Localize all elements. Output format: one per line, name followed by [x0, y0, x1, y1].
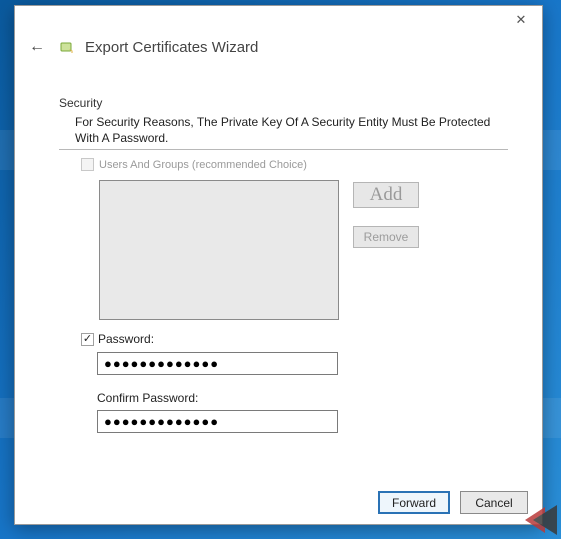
footer-buttons: Forward Cancel: [378, 491, 528, 514]
divider: [59, 149, 508, 150]
header-row: ← Export Certificates Wizard: [15, 34, 542, 60]
users-groups-checkbox: [81, 158, 94, 171]
content-area: Security For Security Reasons, The Priva…: [15, 60, 542, 459]
wizard-title: Export Certificates Wizard: [85, 39, 258, 56]
forward-button[interactable]: Forward: [378, 491, 450, 514]
password-checkbox[interactable]: [81, 333, 94, 346]
section-description: For Security Reasons, The Private Key Of…: [59, 114, 508, 146]
password-block: Password: Confirm Password:: [59, 332, 508, 433]
principals-area: Add Remove: [59, 180, 508, 320]
add-button: Add: [353, 182, 419, 208]
confirm-password-label: Confirm Password:: [81, 391, 508, 405]
close-icon[interactable]: ✕: [508, 10, 534, 30]
cancel-button[interactable]: Cancel: [460, 491, 528, 514]
listbox-side-buttons: Add Remove: [353, 180, 419, 248]
remove-button: Remove: [353, 226, 419, 248]
users-groups-label: Users And Groups (recommended Choice): [99, 159, 307, 171]
certificate-wizard-icon: [59, 39, 75, 55]
password-check-row: Password:: [81, 332, 508, 346]
users-groups-row: Users And Groups (recommended Choice): [59, 158, 508, 171]
section-heading: Security: [59, 96, 508, 110]
password-label: Password:: [98, 332, 154, 346]
back-arrow-icon[interactable]: ←: [25, 36, 49, 58]
titlebar: ✕: [15, 6, 542, 34]
confirm-password-input[interactable]: [97, 410, 338, 433]
password-input[interactable]: [97, 352, 338, 375]
wizard-window: ✕ ← Export Certificates Wizard Security …: [14, 5, 543, 525]
principals-listbox: [99, 180, 339, 320]
